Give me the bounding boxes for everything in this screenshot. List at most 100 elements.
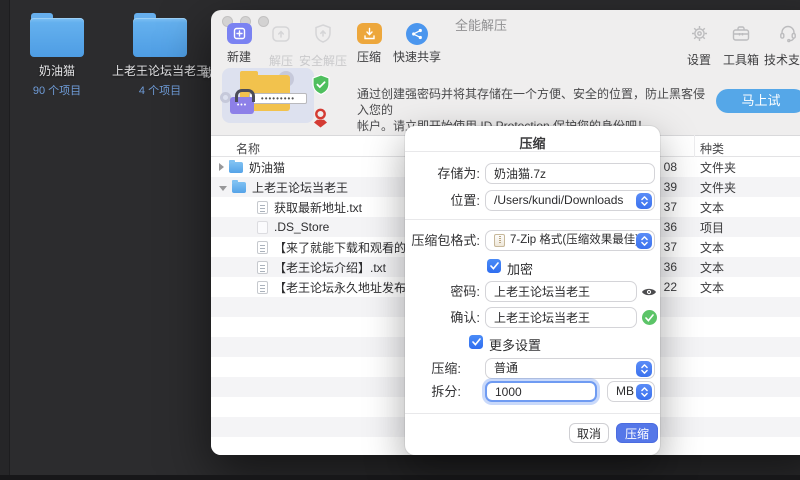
toolbar-toolbox-label: 工具箱 bbox=[721, 51, 761, 68]
banner-lock-icon: ••• bbox=[230, 97, 254, 114]
toolbar-extract-label: 解压 bbox=[263, 52, 299, 69]
compress-icon bbox=[357, 23, 382, 44]
desktop-folder-laowang[interactable]: 上老王论坛当老王 4 个项目 bbox=[112, 13, 208, 98]
toolbar-new-label: 新建 bbox=[221, 48, 257, 65]
folder-icon bbox=[232, 182, 246, 193]
column-header-kind[interactable]: 种类 bbox=[700, 140, 724, 157]
split-label: 拆分: bbox=[405, 381, 461, 402]
compression-value: 普通 bbox=[494, 359, 518, 378]
more-settings-label: 更多设置 bbox=[489, 335, 541, 354]
toolbar-quick-share-label: 快速共享 bbox=[391, 48, 443, 65]
folder-icon bbox=[229, 162, 243, 173]
toolbar-secure-extract-button[interactable]: 安全解压 bbox=[299, 23, 347, 69]
stepper-icon bbox=[636, 233, 652, 249]
file-kind: 文件夹 bbox=[700, 159, 736, 176]
split-size-input[interactable] bbox=[485, 381, 597, 402]
screen-bottom-strip bbox=[0, 475, 800, 480]
file-kind: 文件夹 bbox=[700, 179, 736, 196]
extract-icon bbox=[270, 23, 292, 44]
toolbar-support-label: 技术支持 bbox=[763, 51, 800, 68]
format-dropdown[interactable]: 7-Zip 格式(压缩效果最佳) bbox=[485, 230, 655, 251]
disclosure-expanded-icon[interactable] bbox=[219, 186, 227, 191]
column-header-name[interactable]: 名称 bbox=[236, 140, 260, 157]
compress-dialog: 压缩 存储为: 位置: /Users/kundi/Downloads 压缩包格式… bbox=[405, 126, 660, 455]
compression-label: 压缩: bbox=[405, 358, 461, 379]
toolbar-support-button[interactable]: 技术支持 bbox=[763, 23, 800, 68]
7zip-file-icon bbox=[494, 234, 505, 247]
file-kind: 文本 bbox=[700, 199, 724, 216]
desktop-folder-count: 4 个项目 bbox=[112, 82, 208, 98]
toolbox-icon bbox=[731, 23, 751, 44]
text-file-icon bbox=[257, 261, 268, 274]
format-value: 7-Zip 格式(压缩效果最佳) bbox=[510, 231, 639, 250]
document-icon bbox=[257, 221, 268, 234]
banner-password-field: ••••••••• bbox=[249, 93, 307, 104]
password-label: 密码: bbox=[405, 281, 480, 302]
banner-shield-check-icon bbox=[311, 74, 331, 101]
format-label: 压缩包格式: bbox=[405, 230, 480, 251]
cancel-button[interactable]: 取消 bbox=[569, 423, 609, 443]
confirm-field[interactable] bbox=[485, 307, 637, 328]
text-file-icon bbox=[257, 201, 268, 214]
file-name: 上老王论坛当老王 bbox=[252, 179, 348, 196]
text-file-icon bbox=[257, 241, 268, 254]
divider bbox=[405, 219, 660, 220]
password-field[interactable] bbox=[485, 281, 637, 302]
toolbar-extract-button[interactable]: 解压 bbox=[263, 23, 299, 69]
file-kind: 项目 bbox=[700, 219, 724, 236]
divider bbox=[405, 413, 660, 414]
desktop: 奶油猫 90 个项目 上老王论坛当老王 4 个项目 截 全能解压 新建 解压 bbox=[0, 0, 800, 480]
desktop-folder-naiyoumao[interactable]: 奶油猫 90 个项目 bbox=[23, 13, 91, 98]
location-label: 位置: bbox=[405, 190, 480, 211]
toolbar-compress-button[interactable]: 压缩 bbox=[351, 23, 387, 65]
stepper-icon bbox=[636, 384, 652, 400]
folder-icon bbox=[133, 13, 187, 57]
folder-icon bbox=[30, 13, 84, 57]
toolbar-compress-label: 压缩 bbox=[351, 48, 387, 65]
split-unit-dropdown[interactable]: MB bbox=[607, 381, 655, 402]
gear-icon bbox=[690, 23, 709, 44]
dialog-title: 压缩 bbox=[405, 133, 660, 152]
support-headset-icon bbox=[778, 23, 798, 44]
divider bbox=[405, 151, 660, 152]
banner-text-line1: 通过创建强密码并将其存储在一个方便、安全的位置，防止黑客侵入您的 bbox=[357, 86, 713, 118]
location-value: /Users/kundi/Downloads bbox=[494, 191, 623, 210]
desktop-folder-count: 90 个项目 bbox=[23, 82, 91, 98]
stepper-icon bbox=[636, 361, 652, 377]
compression-dropdown[interactable]: 普通 bbox=[485, 358, 655, 379]
share-icon bbox=[406, 23, 428, 45]
save-as-input[interactable] bbox=[485, 163, 655, 184]
toolbar-quick-share-button[interactable]: 快速共享 bbox=[391, 23, 443, 65]
file-kind: 文本 bbox=[700, 259, 724, 276]
desktop-folder-name: 上老王论坛当老王 bbox=[112, 62, 208, 79]
toolbar-new-button[interactable]: 新建 bbox=[221, 23, 257, 65]
more-settings-checkbox[interactable] bbox=[469, 335, 483, 349]
eye-icon[interactable] bbox=[641, 285, 657, 303]
try-now-button[interactable]: 马上试 bbox=[716, 89, 800, 113]
location-dropdown[interactable]: /Users/kundi/Downloads bbox=[485, 190, 655, 211]
save-as-label: 存储为: bbox=[405, 163, 480, 184]
toolbar-secure-extract-label: 安全解压 bbox=[299, 52, 347, 69]
toolbar-settings-button[interactable]: 设置 bbox=[681, 23, 717, 68]
text-file-icon bbox=[257, 281, 268, 294]
file-name: 奶油猫 bbox=[249, 159, 285, 176]
new-plus-icon bbox=[227, 23, 252, 44]
file-name: 获取最新地址.txt bbox=[274, 199, 362, 216]
confirm-label: 确认: bbox=[405, 307, 480, 328]
id-protection-illustration: ••••••••• ••• bbox=[222, 68, 314, 123]
desktop-folder-name: 奶油猫 bbox=[23, 62, 91, 79]
banner-id-protection-pin-icon bbox=[312, 108, 329, 133]
stepper-icon bbox=[636, 193, 652, 209]
file-kind: 文本 bbox=[700, 239, 724, 256]
file-name: 【老王论坛介绍】.txt bbox=[274, 259, 386, 276]
encrypt-checkbox[interactable] bbox=[487, 259, 501, 273]
file-name: .DS_Store bbox=[274, 220, 329, 234]
secure-extract-shield-icon bbox=[313, 23, 333, 44]
confirm-match-check-icon bbox=[642, 310, 657, 325]
file-kind: 文本 bbox=[700, 279, 724, 296]
compress-ok-button[interactable]: 压缩 bbox=[616, 423, 658, 443]
split-unit-value: MB bbox=[616, 382, 634, 401]
disclosure-collapsed-icon[interactable] bbox=[219, 163, 224, 171]
encrypt-label: 加密 bbox=[507, 259, 533, 278]
toolbar-toolbox-button[interactable]: 工具箱 bbox=[721, 23, 761, 68]
